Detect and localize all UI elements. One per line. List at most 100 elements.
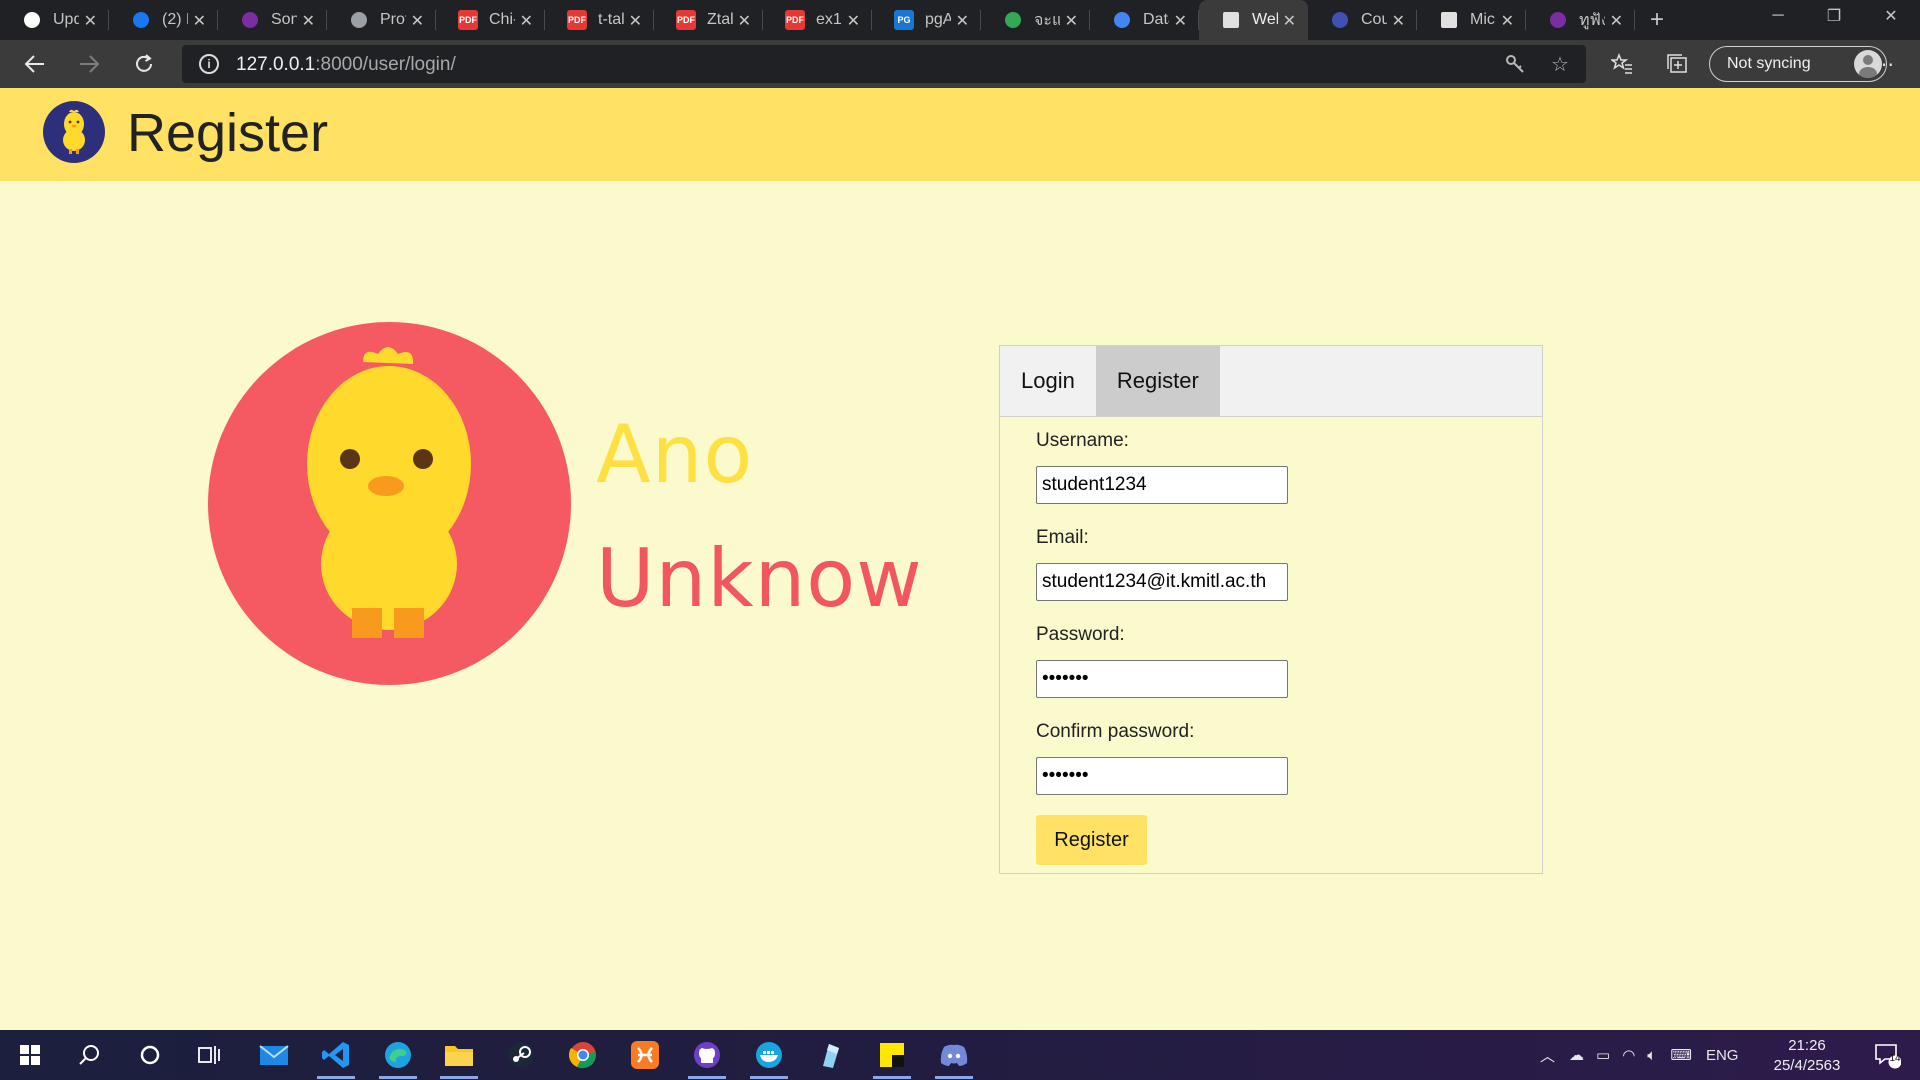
sync-button[interactable]: Not syncing — [1709, 46, 1887, 82]
pdf-icon: PDF — [458, 10, 478, 30]
favorite-star-icon[interactable]: ☆ — [1547, 51, 1573, 77]
close-tab-icon[interactable]: ✕ — [1392, 11, 1405, 31]
cortana-icon[interactable] — [125, 1035, 175, 1075]
touch-keyboard-icon[interactable]: ⌨︎ — [1670, 1046, 1692, 1064]
browser-tab-title: Update — [53, 11, 79, 28]
favorites-icon[interactable] — [1609, 51, 1635, 77]
close-window-icon[interactable]: ✕ — [1868, 0, 1914, 32]
email-label: Email: — [1036, 527, 1089, 548]
file-explorer-icon[interactable] — [434, 1035, 484, 1079]
close-tab-icon[interactable]: ✕ — [956, 11, 969, 31]
docker-icon[interactable] — [744, 1035, 794, 1079]
browser-tab[interactable]: PDF Ztal ✕ — [654, 0, 763, 40]
tab-separator — [1634, 10, 1635, 30]
browser-tab[interactable]: Update ✕ — [0, 0, 109, 40]
language-indicator[interactable]: ENG — [1706, 1047, 1739, 1064]
brand-line-1: Ano — [596, 408, 754, 501]
email-input[interactable] — [1036, 563, 1288, 601]
browser-tab[interactable]: จะแม ✕ — [981, 0, 1090, 40]
reload-icon[interactable] — [128, 48, 160, 80]
restore-icon[interactable]: ❐ — [1811, 0, 1857, 32]
browser-tab[interactable]: (2) F ✕ — [109, 0, 218, 40]
steam-icon[interactable] — [496, 1035, 546, 1075]
browser-tab[interactable]: Course ✕ — [1308, 0, 1417, 40]
search-icon[interactable] — [64, 1035, 114, 1075]
vscode-icon[interactable] — [311, 1035, 361, 1079]
sticky-notes-icon[interactable] — [867, 1035, 917, 1079]
edge-icon[interactable] — [373, 1035, 423, 1079]
address-bar[interactable]: i 127.0.0.1:8000/user/login/ ☆ — [182, 45, 1586, 83]
clock[interactable]: 21:26 25/4/2563 — [1772, 1036, 1842, 1076]
tab-login[interactable]: Login — [1000, 346, 1096, 416]
drive-icon — [1003, 10, 1023, 30]
app-icon — [240, 10, 260, 30]
onedrive-icon[interactable]: ☁ — [1569, 1046, 1584, 1064]
wifi-icon[interactable]: ◠ — [1622, 1046, 1635, 1064]
auth-tab-bar: Login Register — [1000, 346, 1542, 417]
browser-tab-strip: Update ✕ (2) F ✕ Song ✕ Profile ✕ PDF Chi- ✕ PDF t-t… — [0, 0, 1920, 40]
xampp-icon[interactable] — [620, 1035, 670, 1075]
browser-tab[interactable]: Welcome ✕ — [1199, 0, 1308, 40]
close-tab-icon[interactable]: ✕ — [411, 11, 424, 31]
system-tray: ︿ ☁ ▭ ◠ 🔈︎ ⌨︎ ENG — [1540, 1030, 1738, 1080]
browser-tab-title: Welcome — [1252, 11, 1278, 28]
action-center-icon[interactable]: 14 — [1862, 1035, 1912, 1075]
task-view-icon[interactable] — [185, 1035, 235, 1075]
close-tab-icon[interactable]: ✕ — [1065, 11, 1078, 31]
password-label: Password: — [1036, 624, 1125, 645]
tab-register[interactable]: Register — [1095, 346, 1220, 416]
volume-icon[interactable]: 🔈︎ — [1647, 1047, 1656, 1064]
close-tab-icon[interactable]: ✕ — [520, 11, 533, 31]
close-tab-icon[interactable]: ✕ — [1501, 11, 1514, 31]
close-tab-icon[interactable]: ✕ — [629, 11, 642, 31]
battery-icon[interactable]: ▭ — [1596, 1046, 1610, 1064]
windows-start-icon[interactable] — [5, 1035, 55, 1075]
url-text[interactable]: 127.0.0.1:8000/user/login/ — [236, 54, 456, 76]
github-desktop-icon[interactable] — [682, 1035, 732, 1079]
collections-icon[interactable] — [1664, 51, 1690, 77]
show-hidden-icons-icon[interactable]: ︿ — [1540, 1045, 1555, 1066]
confirm-password-label: Confirm password: — [1036, 721, 1195, 742]
close-tab-icon[interactable]: ✕ — [1610, 11, 1623, 31]
close-tab-icon[interactable]: ✕ — [847, 11, 860, 31]
browser-tab[interactable]: Micro ✕ — [1417, 0, 1526, 40]
username-input[interactable] — [1036, 466, 1288, 504]
browser-tab[interactable]: Data ✕ — [1090, 0, 1199, 40]
close-tab-icon[interactable]: ✕ — [1174, 11, 1187, 31]
browser-tab-title: Chi- — [489, 11, 515, 28]
chrome-icon[interactable] — [558, 1035, 608, 1075]
password-input[interactable] — [1036, 660, 1288, 698]
browser-tab[interactable]: PDF Chi- ✕ — [436, 0, 545, 40]
close-tab-icon[interactable]: ✕ — [302, 11, 315, 31]
browser-tab[interactable]: PDF t-tal ✕ — [545, 0, 654, 40]
browser-tab[interactable]: PG pgA ✕ — [872, 0, 981, 40]
pdf-icon: PDF — [676, 10, 696, 30]
page-title: Register — [127, 103, 329, 163]
site-info-icon[interactable]: i — [199, 54, 219, 74]
browser-tab-title: t-tal — [598, 11, 624, 28]
browser-tab-title: ex1. — [816, 11, 842, 28]
mail-icon[interactable] — [249, 1035, 299, 1075]
forward-icon[interactable] — [73, 48, 105, 80]
auth-card: Login Register Username: Email: Password… — [999, 345, 1543, 874]
app-icon — [1548, 10, 1568, 30]
confirm-password-input[interactable] — [1036, 757, 1288, 795]
new-tab-icon[interactable]: + — [1639, 0, 1675, 40]
close-tab-icon[interactable]: ✕ — [84, 11, 97, 31]
snipping-tool-icon[interactable] — [805, 1035, 855, 1075]
browser-tab-title: Course — [1361, 11, 1387, 28]
close-tab-icon[interactable]: ✕ — [1283, 11, 1296, 31]
browser-tab[interactable]: ทูฟัง ✕ — [1526, 0, 1635, 40]
browser-tab[interactable]: Profile ✕ — [327, 0, 436, 40]
close-tab-icon[interactable]: ✕ — [193, 11, 206, 31]
browser-tab[interactable]: Song ✕ — [218, 0, 327, 40]
discord-icon[interactable] — [929, 1035, 979, 1079]
close-tab-icon[interactable]: ✕ — [738, 11, 751, 31]
register-button[interactable]: Register — [1036, 815, 1147, 865]
more-menu-icon[interactable]: ⋯ — [1871, 51, 1897, 77]
key-icon[interactable] — [1502, 51, 1528, 77]
back-icon[interactable] — [19, 48, 51, 80]
brand-line-2: Unknow — [596, 532, 923, 625]
browser-tab[interactable]: PDF ex1. ✕ — [763, 0, 872, 40]
minimize-icon[interactable]: ─ — [1755, 0, 1801, 32]
